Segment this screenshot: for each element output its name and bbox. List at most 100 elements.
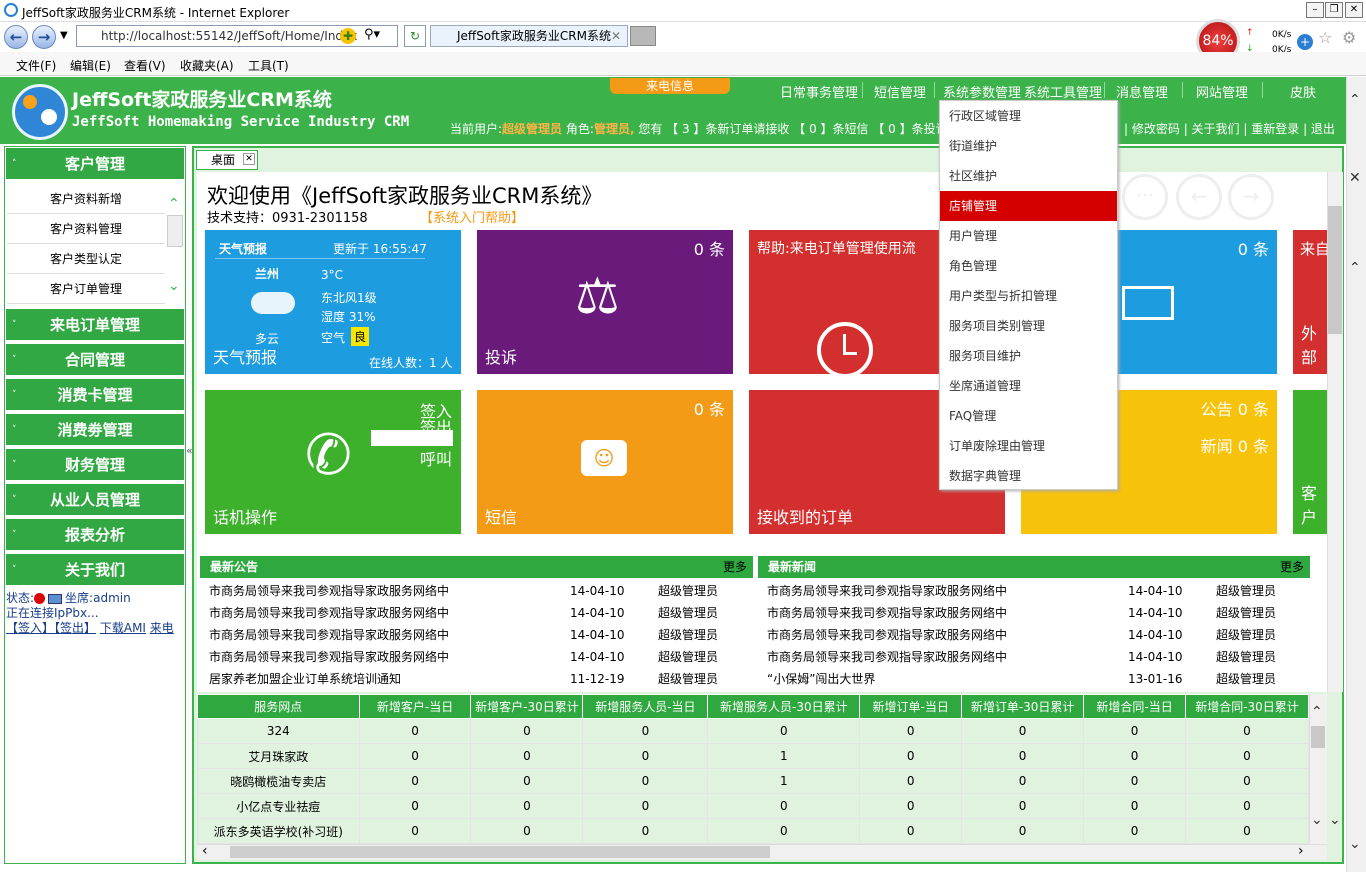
nav-daily[interactable]: 日常事务管理 [780, 82, 858, 101]
about-link[interactable]: 关于我们 [1192, 122, 1240, 136]
sidebar-section-contracts[interactable]: ˅ 合同管理 [6, 344, 184, 377]
scroll-down-icon[interactable]: ⌄ [1349, 836, 1361, 852]
notice-title[interactable]: 市商务局领导来我司参观指导家政服务网络中 [209, 602, 449, 624]
news-title[interactable]: 市商务局领导来我司参观指导家政服务网络中 [767, 602, 1007, 624]
checkin-link[interactable]: 【签入】 [6, 621, 54, 635]
menu-file[interactable]: 文件(F) [16, 57, 56, 74]
refresh-button[interactable]: ↻ [404, 25, 426, 47]
incoming-link[interactable]: 来电 [150, 621, 174, 635]
favorites-icon[interactable]: ☆ [1318, 28, 1332, 47]
notice-title[interactable]: 市商务局领导来我司参观指导家政服务网络中 [209, 580, 449, 602]
sidebar-section-staff[interactable]: ˅ 从业人员管理 [6, 484, 184, 517]
tile-message[interactable]: 0 条 [1118, 230, 1277, 374]
hscroll-left-icon[interactable]: ‹ [202, 843, 208, 859]
menu-tools[interactable]: 工具(T) [248, 57, 289, 74]
news-title[interactable]: “小保姆”闯出大世界 [767, 668, 875, 690]
notice-title[interactable]: 居家养老加盟企业订单系统培训通知 [209, 668, 401, 690]
sms-count-link[interactable]: 【 0 】条短信 [793, 122, 868, 136]
news-row[interactable]: 市商务局领导来我司参观指导家政服务网络中 14-04-10 超级管理员 [758, 646, 1298, 668]
content-scroll-thumb[interactable] [1328, 206, 1342, 334]
change-password-link[interactable]: 修改密码 [1132, 122, 1180, 136]
new-tab-button[interactable] [630, 26, 656, 46]
close-button[interactable]: ✕ [1345, 2, 1363, 18]
tile-phone[interactable]: 签入 签出 呼叫 ✆ 话机操作 [205, 390, 461, 534]
dropdown-item[interactable]: 服务项目类别管理 [940, 311, 1117, 341]
dropdown-item[interactable]: FAQ管理 [940, 401, 1117, 431]
dropdown-item[interactable]: 街道维护 [940, 131, 1117, 161]
table-row[interactable]: 324 0 0 0 0 0 0 0 0 [197, 718, 1309, 744]
tab-desktop[interactable]: 桌面 ✕ [196, 150, 258, 170]
sidebar-item-customer-new[interactable]: 客户资料新增 [7, 185, 165, 214]
phone-call[interactable]: 呼叫 [420, 446, 452, 470]
plus-icon[interactable]: + [1297, 34, 1313, 50]
news-row[interactable]: “小保姆”闯出大世界 13-01-16 超级管理员 [758, 668, 1298, 690]
nav-messages[interactable]: 消息管理 [1116, 82, 1168, 101]
sidebar-scroll-down-icon[interactable]: ⌄ [168, 278, 180, 294]
news-row[interactable]: 市商务局领导来我司参观指导家政服务网络中 14-04-10 超级管理员 [758, 602, 1298, 624]
forward-button[interactable]: → [32, 25, 56, 49]
dropdown-item[interactable]: 角色管理 [940, 251, 1117, 281]
search-icon[interactable]: ⚲▾ [364, 27, 380, 42]
notice-row[interactable]: 市商务局领导来我司参观指导家政服务网络中 14-04-10 超级管理员 [200, 646, 740, 668]
notice-title[interactable]: 市商务局领导来我司参观指导家政服务网络中 [209, 624, 449, 646]
scroll-close-icon[interactable]: ✕ [1349, 170, 1361, 186]
hscroll-right-icon[interactable]: › [1298, 843, 1304, 859]
notice-row[interactable]: 市商务局领导来我司参观指导家政服务网络中 14-04-10 超级管理员 [200, 624, 740, 646]
nav-website[interactable]: 网站管理 [1196, 82, 1248, 101]
table-row[interactable]: 艾月珠家政 0 0 0 1 0 0 0 0 [197, 743, 1309, 769]
tile-weather[interactable]: 天气预报 更新于 16:55:47 兰州 多云 3°C 东北风1级 湿度 31%… [205, 230, 461, 374]
prev-circle-icon[interactable]: ← [1176, 174, 1222, 220]
nav-sms[interactable]: 短信管理 [874, 82, 926, 101]
sidebar-section-cards[interactable]: ˅ 消费卡管理 [6, 379, 184, 412]
nav-system-params[interactable]: 系统参数管理 [943, 82, 1021, 101]
notice-title[interactable]: 市商务局领导来我司参观指导家政服务网络中 [209, 646, 449, 668]
sidebar-section-reports[interactable]: ˅ 报表分析 [6, 519, 184, 552]
dropdown-arrow-icon[interactable]: ▼ [60, 30, 68, 41]
sidebar-section-about[interactable]: ˅ 关于我们 [6, 554, 184, 587]
table-row[interactable]: 小亿点专业祛痘 0 0 0 0 0 0 0 0 [197, 793, 1309, 819]
sidebar-section-finance[interactable]: ˅ 财务管理 [6, 449, 184, 482]
new-orders-link[interactable]: 【 3 】条新订单请接收 [666, 122, 789, 136]
compat-icon[interactable]: ✚ [340, 28, 356, 44]
more-circle-icon[interactable]: ··· [1122, 174, 1168, 220]
dropdown-item[interactable]: 社区维护 [940, 161, 1117, 191]
tile-external[interactable]: 来自 外部 [1293, 230, 1327, 374]
table-row[interactable]: 晓鸥橄榄油专卖店 0 0 0 1 0 0 0 0 [197, 768, 1309, 794]
tile-sms[interactable]: 0 条 ☺ 短信 [477, 390, 733, 534]
news-title[interactable]: 市商务局领导来我司参观指导家政服务网络中 [767, 624, 1007, 646]
minimize-button[interactable]: – [1306, 2, 1324, 18]
complaint-count-link[interactable]: 【 0 】条投诉 [872, 122, 947, 136]
notice-row[interactable]: 市商务局领导来我司参观指导家政服务网络中 14-04-10 超级管理员 [200, 580, 740, 602]
tab-close-icon[interactable]: ✕ [243, 153, 255, 165]
call-info-button[interactable]: 来电信息 [610, 78, 730, 94]
gear-icon[interactable]: ⚙ [1342, 28, 1356, 47]
sidebar-item-customer-manage[interactable]: 客户资料管理 [7, 215, 165, 244]
news-more-link[interactable]: 更多 [1280, 556, 1304, 578]
content-scroll-down-icon[interactable]: ⌄ [1329, 812, 1341, 828]
notice-row[interactable]: 市商务局领导来我司参观指导家政服务网络中 14-04-10 超级管理员 [200, 602, 740, 624]
table-scroll-down-icon[interactable]: ⌄ [1311, 812, 1323, 828]
tab-close-icon[interactable]: ✕ [611, 26, 621, 46]
restore-button[interactable]: ❐ [1325, 2, 1343, 18]
news-row[interactable]: 市商务局领导来我司参观指导家政服务网络中 14-04-10 超级管理员 [758, 580, 1298, 602]
dropdown-item[interactable]: 服务项目维护 [940, 341, 1117, 371]
news-title[interactable]: 市商务局领导来我司参观指导家政服务网络中 [767, 646, 1007, 668]
news-title[interactable]: 市商务局领导来我司参观指导家政服务网络中 [767, 580, 1007, 602]
page-scrollbar[interactable] [1346, 77, 1366, 872]
back-button[interactable]: ← [4, 25, 28, 49]
tile-customer[interactable]: 客户 [1293, 390, 1327, 534]
dropdown-item[interactable]: 坐席通道管理 [940, 371, 1117, 401]
dropdown-item[interactable]: 用户类型与折扣管理 [940, 281, 1117, 311]
dropdown-item[interactable]: 用户管理 [940, 221, 1117, 251]
dropdown-item[interactable]: 订单废除理由管理 [940, 431, 1117, 461]
relogin-link[interactable]: 重新登录 [1251, 122, 1299, 136]
sidebar-section-call-orders[interactable]: ˅ 来电订单管理 [6, 309, 184, 342]
help-link[interactable]: 【系统入门帮助】 [420, 207, 524, 226]
table-scroll-thumb[interactable] [1311, 726, 1325, 748]
nav-skin[interactable]: 皮肤 [1290, 82, 1316, 101]
logout-link[interactable]: 退出 [1311, 122, 1335, 136]
sidebar-item-customer-type[interactable]: 客户类型认定 [7, 245, 165, 274]
browser-tab[interactable]: JeffSoft家政服务业CRM系统 ✕ [430, 25, 628, 47]
dropdown-item[interactable]: 数据字典管理 [940, 461, 1117, 491]
nav-system-tools[interactable]: 系统工具管理 [1024, 82, 1102, 101]
